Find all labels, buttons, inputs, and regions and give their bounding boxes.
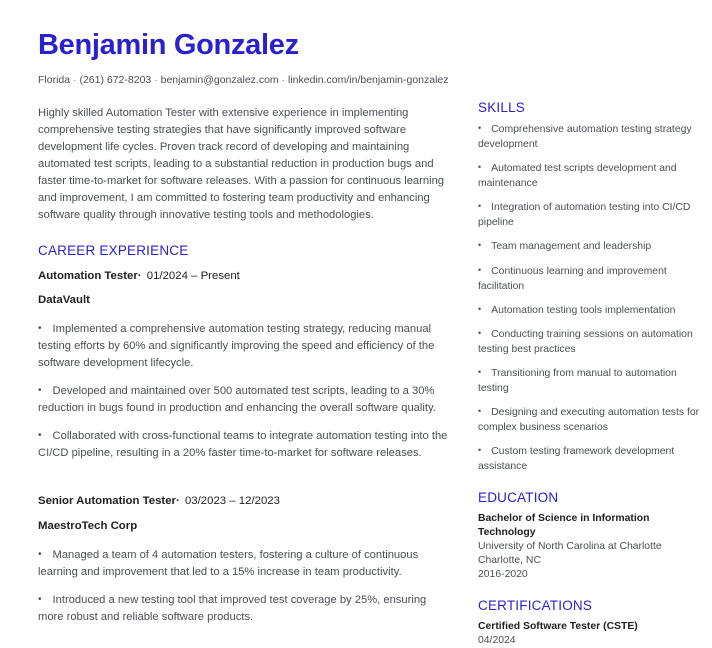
bullet-point-icon: • — [478, 123, 482, 133]
skill-item-label: Transitioning from manual to automation … — [478, 367, 677, 395]
skill-item: • Transitioning from manual to automation… — [478, 366, 706, 396]
education-degree: Bachelor of Science in Information Techn… — [478, 513, 650, 539]
job-title-line: Automation Tester· 01/2024 – Present — [38, 269, 452, 284]
skill-item: • Designing and executing automation test… — [478, 405, 706, 435]
skill-item-label: Integration of automation testing into C… — [478, 202, 691, 229]
job-bullet-list: • Managed a team of 4 automation testers,… — [38, 547, 452, 626]
experience-entry: Automation Tester· 01/2024 – Present Dat… — [38, 269, 452, 462]
bullet-point-icon: • — [38, 323, 42, 335]
section-heading-certifications: CERTIFICATIONS — [478, 598, 593, 614]
bullet-point-icon: • — [38, 593, 42, 605]
contact-phone: (261) 672-8203 — [79, 74, 152, 87]
candidate-name: Benjamin Gonzalez — [38, 29, 299, 61]
resume-document: Benjamin Gonzalez Florida · (261) 672-8203… — [0, 0, 712, 646]
job-bullet: • Developed and maintained over 500 autom… — [38, 383, 452, 417]
skills-list: • Comprehensive automation testing strate… — [478, 122, 706, 474]
job-bullet: • Managed a team of 4 automation testers,… — [38, 547, 452, 581]
certification-entry: Certified Software Tester (CSTE) 04/2024 — [478, 620, 706, 648]
bullet-point-icon: • — [478, 303, 482, 314]
skill-item-label: Designing and executing automation tests… — [478, 407, 700, 434]
bullet-point-icon: • — [38, 548, 42, 560]
main-column: Benjamin Gonzalez Florida · (261) 672-8203… — [38, 29, 452, 622]
job-bullet-list: • Implemented a comprehensive automation … — [38, 321, 452, 462]
experience-entry: Senior Automation Tester· 03/2023 – 12/2… — [38, 494, 452, 625]
job-bullet-text: Managed a team of 4 automation testers, … — [38, 548, 419, 578]
skill-item-label: Team management and leadership — [491, 241, 652, 253]
sidebar-column: SKILLS • Comprehensive automation testing… — [478, 30, 706, 646]
skill-item-label: Comprehensive automation testing strateg… — [478, 124, 692, 151]
contact-location: Florida — [38, 74, 71, 87]
skill-item-label: Conducting training sessions on automati… — [478, 328, 693, 355]
education-entry: Bachelor of Science in Information Techn… — [478, 512, 706, 582]
bullet-point-icon: • — [478, 406, 482, 417]
job-bullet: • Collaborated with cross-functional team… — [38, 428, 452, 462]
section-heading-career-experience: CAREER EXPERIENCE — [38, 243, 189, 259]
skill-item: • Team management and leadership — [478, 239, 706, 254]
bullet-point-icon: • — [478, 366, 482, 377]
bullet-point-icon: • — [38, 430, 42, 442]
bullet-point-icon: • — [478, 201, 482, 212]
job-company: MaestroTech Corp — [38, 519, 138, 532]
skill-item: • Integration of automation testing into … — [478, 200, 706, 230]
contact-email[interactable]: benjamin@gonzalez.com — [161, 74, 279, 86]
job-role: Automation Tester — [38, 270, 138, 283]
certification-title: Certified Software Tester (CSTE) — [478, 621, 638, 633]
skill-item: • Comprehensive automation testing strate… — [478, 122, 706, 152]
skill-item: • Conducting training sessions on automat… — [478, 327, 706, 357]
bullet-point-icon: • — [478, 445, 482, 456]
job-dates: 03/2023 – 12/2023 — [184, 495, 280, 508]
skill-item-label: Continuous learning and improvement faci… — [478, 265, 667, 292]
job-role: Senior Automation Tester — [38, 495, 176, 508]
job-title-line: Senior Automation Tester· 03/2023 – 12/2… — [38, 494, 452, 509]
job-bullet: • Introduced a new testing tool that impr… — [38, 592, 452, 626]
bullet-point-icon: • — [478, 327, 482, 338]
job-bullet-text: Introduced a new testing tool that impro… — [38, 593, 427, 623]
skill-item-label: Automated test scripts development and m… — [478, 163, 677, 190]
section-heading-skills: SKILLS — [478, 100, 525, 115]
job-company: DataVault — [38, 294, 90, 307]
certification-date: 04/2024 — [478, 635, 516, 647]
education-dates: 2016-2020 — [478, 569, 528, 581]
job-bullet-text: Developed and maintained over 500 automa… — [38, 385, 436, 415]
education-school: University of North Carolina at Charlott… — [478, 541, 662, 553]
job-bullet: • Implemented a comprehensive automation … — [38, 321, 452, 372]
bullet-point-icon: • — [478, 240, 482, 251]
skill-item: • Automation testing tools implementation — [478, 303, 706, 318]
job-bullet-text: Implemented a comprehensive automation t… — [38, 323, 435, 370]
skill-item: • Automated test scripts development and … — [478, 161, 706, 191]
section-heading-education: EDUCATION — [478, 490, 559, 506]
skill-item-label: Automation testing tools implementation — [491, 304, 676, 316]
contact-line: Florida · (261) 672-8203 · benjamin@gonzalez… — [38, 74, 452, 88]
contact-linkedin[interactable]: linkedin.com/in/benjamin-gonzalez — [288, 74, 449, 86]
bullet-point-icon: • — [478, 264, 482, 275]
job-separator-icon: · — [137, 270, 142, 283]
skill-item-label: Custom testing framework development ass… — [478, 446, 675, 473]
job-separator-icon: · — [175, 495, 180, 508]
job-bullet-text: Collaborated with cross-functional teams… — [38, 430, 448, 460]
job-dates: 01/2024 – Present — [146, 270, 240, 283]
contact-separator-icon: · — [281, 75, 286, 87]
skill-item: • Custom testing framework development as… — [478, 444, 706, 474]
bullet-point-icon: • — [38, 385, 42, 397]
education-location: Charlotte, NC — [478, 555, 541, 567]
professional-summary: Highly skilled Automation Tester with ex… — [38, 106, 445, 222]
bullet-point-icon: • — [478, 162, 482, 173]
contact-separator-icon: · — [154, 75, 158, 87]
skill-item: • Continuous learning and improvement fac… — [478, 264, 706, 294]
